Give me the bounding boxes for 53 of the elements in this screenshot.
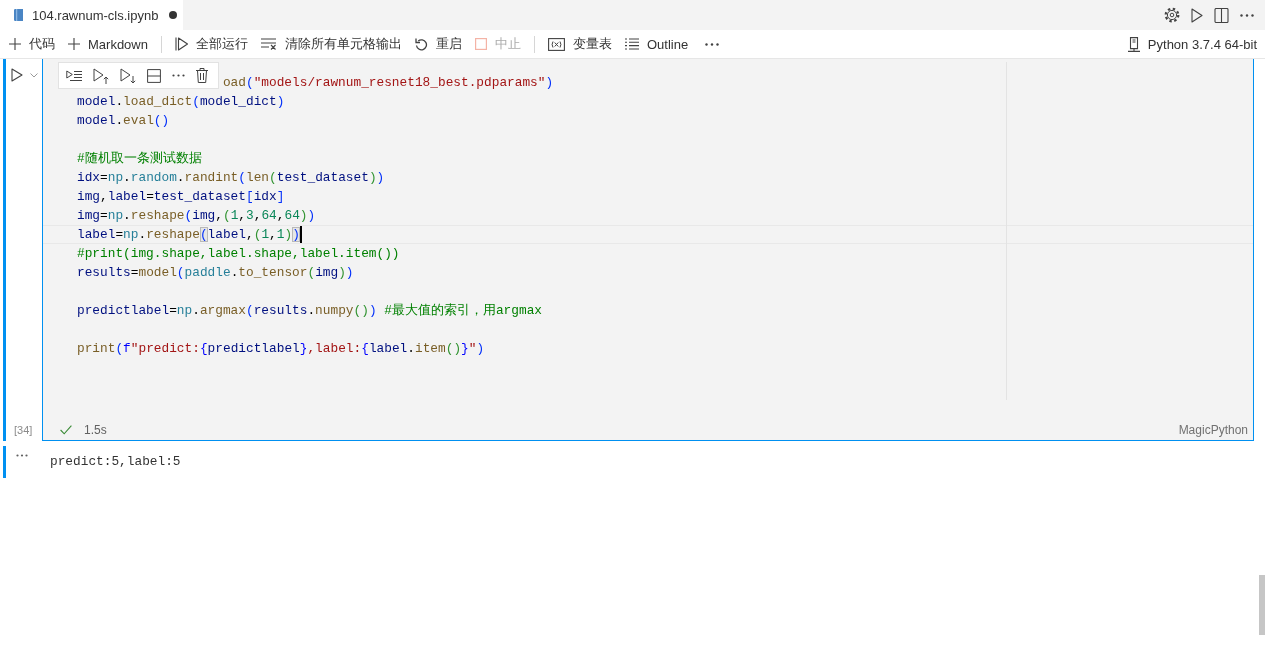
scrollbar-thumb[interactable] xyxy=(1259,575,1265,635)
chevron-down-icon[interactable] xyxy=(30,72,38,78)
refresh-icon xyxy=(414,37,428,51)
code-line: results=model(paddle.to_tensor(img)) xyxy=(77,264,354,281)
play-down-arrow-icon[interactable] xyxy=(120,67,136,84)
play-icon[interactable] xyxy=(1191,7,1203,23)
cell-language[interactable]: MagicPython xyxy=(1178,423,1248,437)
list-x-icon xyxy=(260,38,277,50)
code-line: img=np.reshape(img,(1,3,64,64)) xyxy=(77,207,316,224)
plus-icon xyxy=(68,38,80,50)
execution-time: 1.5s xyxy=(84,423,107,437)
play-list-icon[interactable] xyxy=(66,68,82,83)
execution-count: [34] xyxy=(13,424,34,437)
variables-button[interactable]: 变量表 xyxy=(547,35,612,53)
code-line: label=np.reshape(label,(1,1)) xyxy=(77,226,300,243)
list-icon xyxy=(624,38,639,50)
settings-icon[interactable] xyxy=(1164,7,1180,23)
play-up-arrow-icon[interactable] xyxy=(93,67,109,84)
square-icon xyxy=(474,38,487,50)
trash-icon[interactable] xyxy=(196,68,208,83)
code-line: idx=np.random.randint(len(test_dataset)) xyxy=(77,169,385,186)
play-icon xyxy=(174,37,188,51)
code-cell[interactable] xyxy=(42,59,1254,441)
add-cell-button[interactable]: Markdown xyxy=(68,36,148,52)
code-line: #随机取一条测试数据 xyxy=(77,150,202,167)
output-focus-bar xyxy=(3,446,6,478)
computer-icon xyxy=(1127,36,1140,52)
code-line: oad("models/rawnum_resnet18_best.pdparams") xyxy=(222,74,554,91)
run-all-button[interactable]: 全部运行 xyxy=(174,35,248,53)
more-icon[interactable] xyxy=(1240,13,1254,17)
code-line: model.load_dict(model_dict) xyxy=(77,93,285,110)
split-icon[interactable] xyxy=(147,68,161,83)
more-icon[interactable] xyxy=(16,454,28,457)
plus-icon xyxy=(9,38,21,50)
kernel-picker[interactable]: Python 3.7.4 64-bit xyxy=(1127,36,1257,52)
variable-box-icon xyxy=(547,37,565,51)
notebook-icon xyxy=(14,9,23,21)
run-icon[interactable] xyxy=(11,68,23,82)
clear-outputs-button[interactable]: 清除所有单元格输出 xyxy=(260,35,402,53)
code-line: #print(img.shape,label.shape,label.item()) xyxy=(77,245,400,262)
split-icon[interactable] xyxy=(1214,7,1229,23)
text-cursor xyxy=(299,226,302,243)
code-line: img,label=test_dataset[idx] xyxy=(77,188,285,205)
editor-tab[interactable]: 104.rawnum-cls.ipynb xyxy=(0,0,183,30)
code-line: print(f"predict:{predictlabel},label:{label.item()}") xyxy=(77,340,485,357)
more-icon[interactable] xyxy=(705,42,720,46)
code-line: model.eval() xyxy=(77,112,170,129)
more-icon[interactable] xyxy=(172,74,185,77)
restart-button[interactable]: 重启 xyxy=(414,35,462,53)
add-cell-button[interactable]: 代码 xyxy=(9,35,55,53)
code-line: predictlabel=np.argmax(results.numpy()) #最大值的索引，用argmax xyxy=(77,302,542,319)
cell-output: predict:5,label:5 xyxy=(49,453,181,471)
outline-button[interactable]: Outline xyxy=(624,36,689,52)
